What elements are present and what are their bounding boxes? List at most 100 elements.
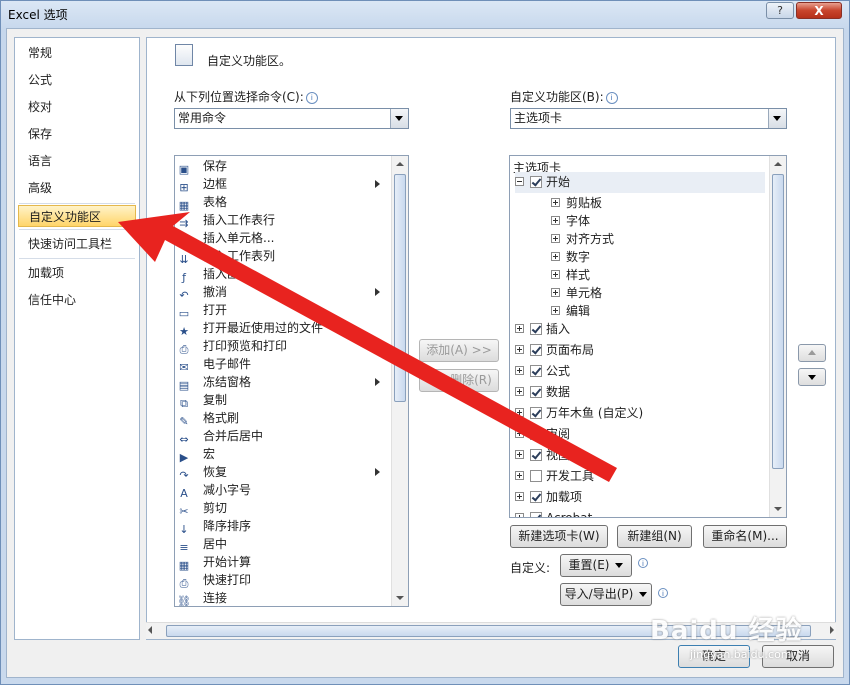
command-item[interactable]: ⧉ 复制 [177, 391, 227, 410]
expand-icon[interactable] [515, 387, 524, 396]
add-button[interactable]: 添加(A) >> [419, 339, 499, 362]
command-item[interactable]: A 减小字号 [177, 481, 251, 500]
chevron-down-icon[interactable] [768, 109, 786, 128]
nav-item[interactable]: 语言 [18, 150, 136, 172]
expand-icon[interactable] [515, 345, 524, 354]
command-item[interactable]: ✎ 格式刷 [177, 409, 239, 428]
tab-checkbox[interactable] [530, 407, 542, 419]
remove-button[interactable]: << 删除(R) [419, 369, 499, 392]
command-item[interactable]: ⇉ 插入工作表行 [177, 211, 275, 230]
ribbon-tab-item[interactable]: 开发工具 [515, 466, 594, 487]
choose-commands-dropdown[interactable]: 常用命令 [174, 108, 409, 129]
command-item[interactable]: ƒ 插入函数... [177, 265, 262, 284]
collapse-icon[interactable] [515, 177, 524, 186]
rename-button[interactable]: 重命名(M)... [703, 525, 787, 548]
command-item[interactable]: ↓ 降序排序 [177, 517, 251, 536]
command-item[interactable]: ★ 打开最近使用过的文件 [177, 319, 323, 338]
commands-scrollbar[interactable] [391, 156, 408, 606]
expand-icon[interactable] [515, 513, 524, 517]
ribbon-tab-item[interactable]: Acrobat [515, 508, 592, 517]
scroll-right-icon[interactable] [830, 626, 834, 634]
nav-item[interactable]: 高级 [18, 177, 136, 199]
expand-icon[interactable] [551, 306, 560, 315]
command-item[interactable]: ⊕ 插入单元格... [177, 229, 274, 248]
expand-icon[interactable] [515, 366, 524, 375]
command-item[interactable]: ▦ 开始计算 [177, 553, 251, 572]
command-item[interactable]: ✂ 剪切 [177, 499, 227, 518]
nav-item[interactable]: 自定义功能区 [18, 205, 136, 227]
scroll-down-icon[interactable] [770, 501, 786, 517]
ribbon-tab-item[interactable]: 数据 [515, 382, 570, 403]
command-item[interactable]: ▤ 冻结窗格 [177, 373, 251, 392]
scroll-thumb[interactable] [772, 174, 784, 469]
expand-icon[interactable] [515, 492, 524, 501]
move-down-button[interactable] [798, 368, 826, 386]
ribbon-tab-item[interactable]: 插入 [515, 319, 570, 340]
commands-list[interactable]: ▣ 保存 ⊞ 边框 ▦ 表格 ⇉ 插入工作表行 ⊕ 插入单元格... ⇊ 插入工作表列 ƒ 插入函数...… [174, 155, 409, 607]
ribbon-tab-item[interactable]: 开始 [515, 172, 765, 193]
ribbon-tab-item[interactable]: 公式 [515, 361, 570, 382]
close-button[interactable]: X [796, 2, 842, 19]
tab-checkbox[interactable] [530, 344, 542, 356]
nav-item[interactable]: 校对 [18, 96, 136, 118]
nav-item[interactable]: 加载项 [18, 262, 136, 284]
scroll-up-icon[interactable] [770, 156, 786, 172]
command-item[interactable]: ▭ 打开 [177, 301, 227, 320]
nav-item[interactable]: 保存 [18, 123, 136, 145]
tab-checkbox[interactable] [530, 470, 542, 482]
import-export-dropdown-button[interactable]: 导入/导出(P) [560, 583, 652, 606]
move-up-button[interactable] [798, 344, 826, 362]
command-item[interactable]: ↷ 恢复 [177, 463, 227, 482]
expand-icon[interactable] [515, 324, 524, 333]
tab-checkbox[interactable] [530, 365, 542, 377]
chevron-down-icon[interactable] [390, 109, 408, 128]
command-item[interactable]: ▶ 宏 [177, 445, 215, 464]
ribbon-scrollbar[interactable] [769, 156, 786, 517]
tab-checkbox[interactable] [530, 491, 542, 503]
nav-item[interactable]: 信任中心 [18, 289, 136, 311]
ribbon-tab-item[interactable]: 页面布局 [515, 340, 594, 361]
expand-icon[interactable] [551, 270, 560, 279]
expand-icon[interactable] [551, 198, 560, 207]
expand-icon[interactable] [515, 471, 524, 480]
scroll-up-icon[interactable] [392, 156, 408, 172]
command-item[interactable]: ↶ 撤消 [177, 283, 227, 302]
expand-icon[interactable] [551, 252, 560, 261]
new-group-button[interactable]: 新建组(N) [617, 525, 692, 548]
expand-icon[interactable] [515, 429, 524, 438]
nav-item[interactable]: 公式 [18, 69, 136, 91]
command-item[interactable]: ⎙ 快速打印 [177, 571, 251, 590]
command-item[interactable]: ⊞ 边框 [177, 175, 227, 194]
expand-icon[interactable] [515, 408, 524, 417]
command-item[interactable]: ≡ 居中 [177, 535, 227, 554]
scroll-thumb[interactable] [394, 174, 406, 402]
tab-checkbox[interactable] [530, 449, 542, 461]
expand-icon[interactable] [515, 450, 524, 459]
nav-item[interactable]: 常规 [18, 42, 136, 64]
command-item[interactable]: ⇔ 合并后居中 [177, 427, 263, 446]
tab-checkbox[interactable] [530, 323, 542, 335]
customize-ribbon-dropdown[interactable]: 主选项卡 [510, 108, 787, 129]
scroll-down-icon[interactable] [392, 590, 408, 606]
command-item[interactable]: ▣ 保存 [177, 157, 227, 176]
ribbon-tab-item[interactable]: 加载项 [515, 487, 582, 508]
command-item[interactable]: ✉ 电子邮件 [177, 355, 251, 374]
nav-item[interactable]: 快速访问工具栏 [18, 233, 136, 255]
ribbon-tab-item[interactable]: 审阅 [515, 424, 570, 445]
reset-dropdown-button[interactable]: 重置(E) [560, 554, 632, 577]
help-button[interactable]: ? [766, 2, 794, 19]
new-tab-button[interactable]: 新建选项卡(W) [510, 525, 608, 548]
expand-icon[interactable] [551, 216, 560, 225]
expand-icon[interactable] [551, 288, 560, 297]
command-item[interactable]: ▦ 表格 [177, 193, 227, 212]
expand-icon[interactable] [551, 234, 560, 243]
command-item[interactable]: ⛓ 连接 [177, 589, 227, 606]
ribbon-tab-item[interactable]: 视图 [515, 445, 570, 466]
command-item[interactable]: ⎙ 打印预览和打印 [177, 337, 287, 356]
tab-checkbox[interactable] [530, 512, 542, 517]
tab-checkbox[interactable] [530, 386, 542, 398]
scroll-left-icon[interactable] [148, 626, 152, 634]
command-item[interactable]: ⇊ 插入工作表列 [177, 247, 275, 266]
tab-checkbox[interactable] [530, 428, 542, 440]
tab-checkbox[interactable] [530, 176, 542, 188]
